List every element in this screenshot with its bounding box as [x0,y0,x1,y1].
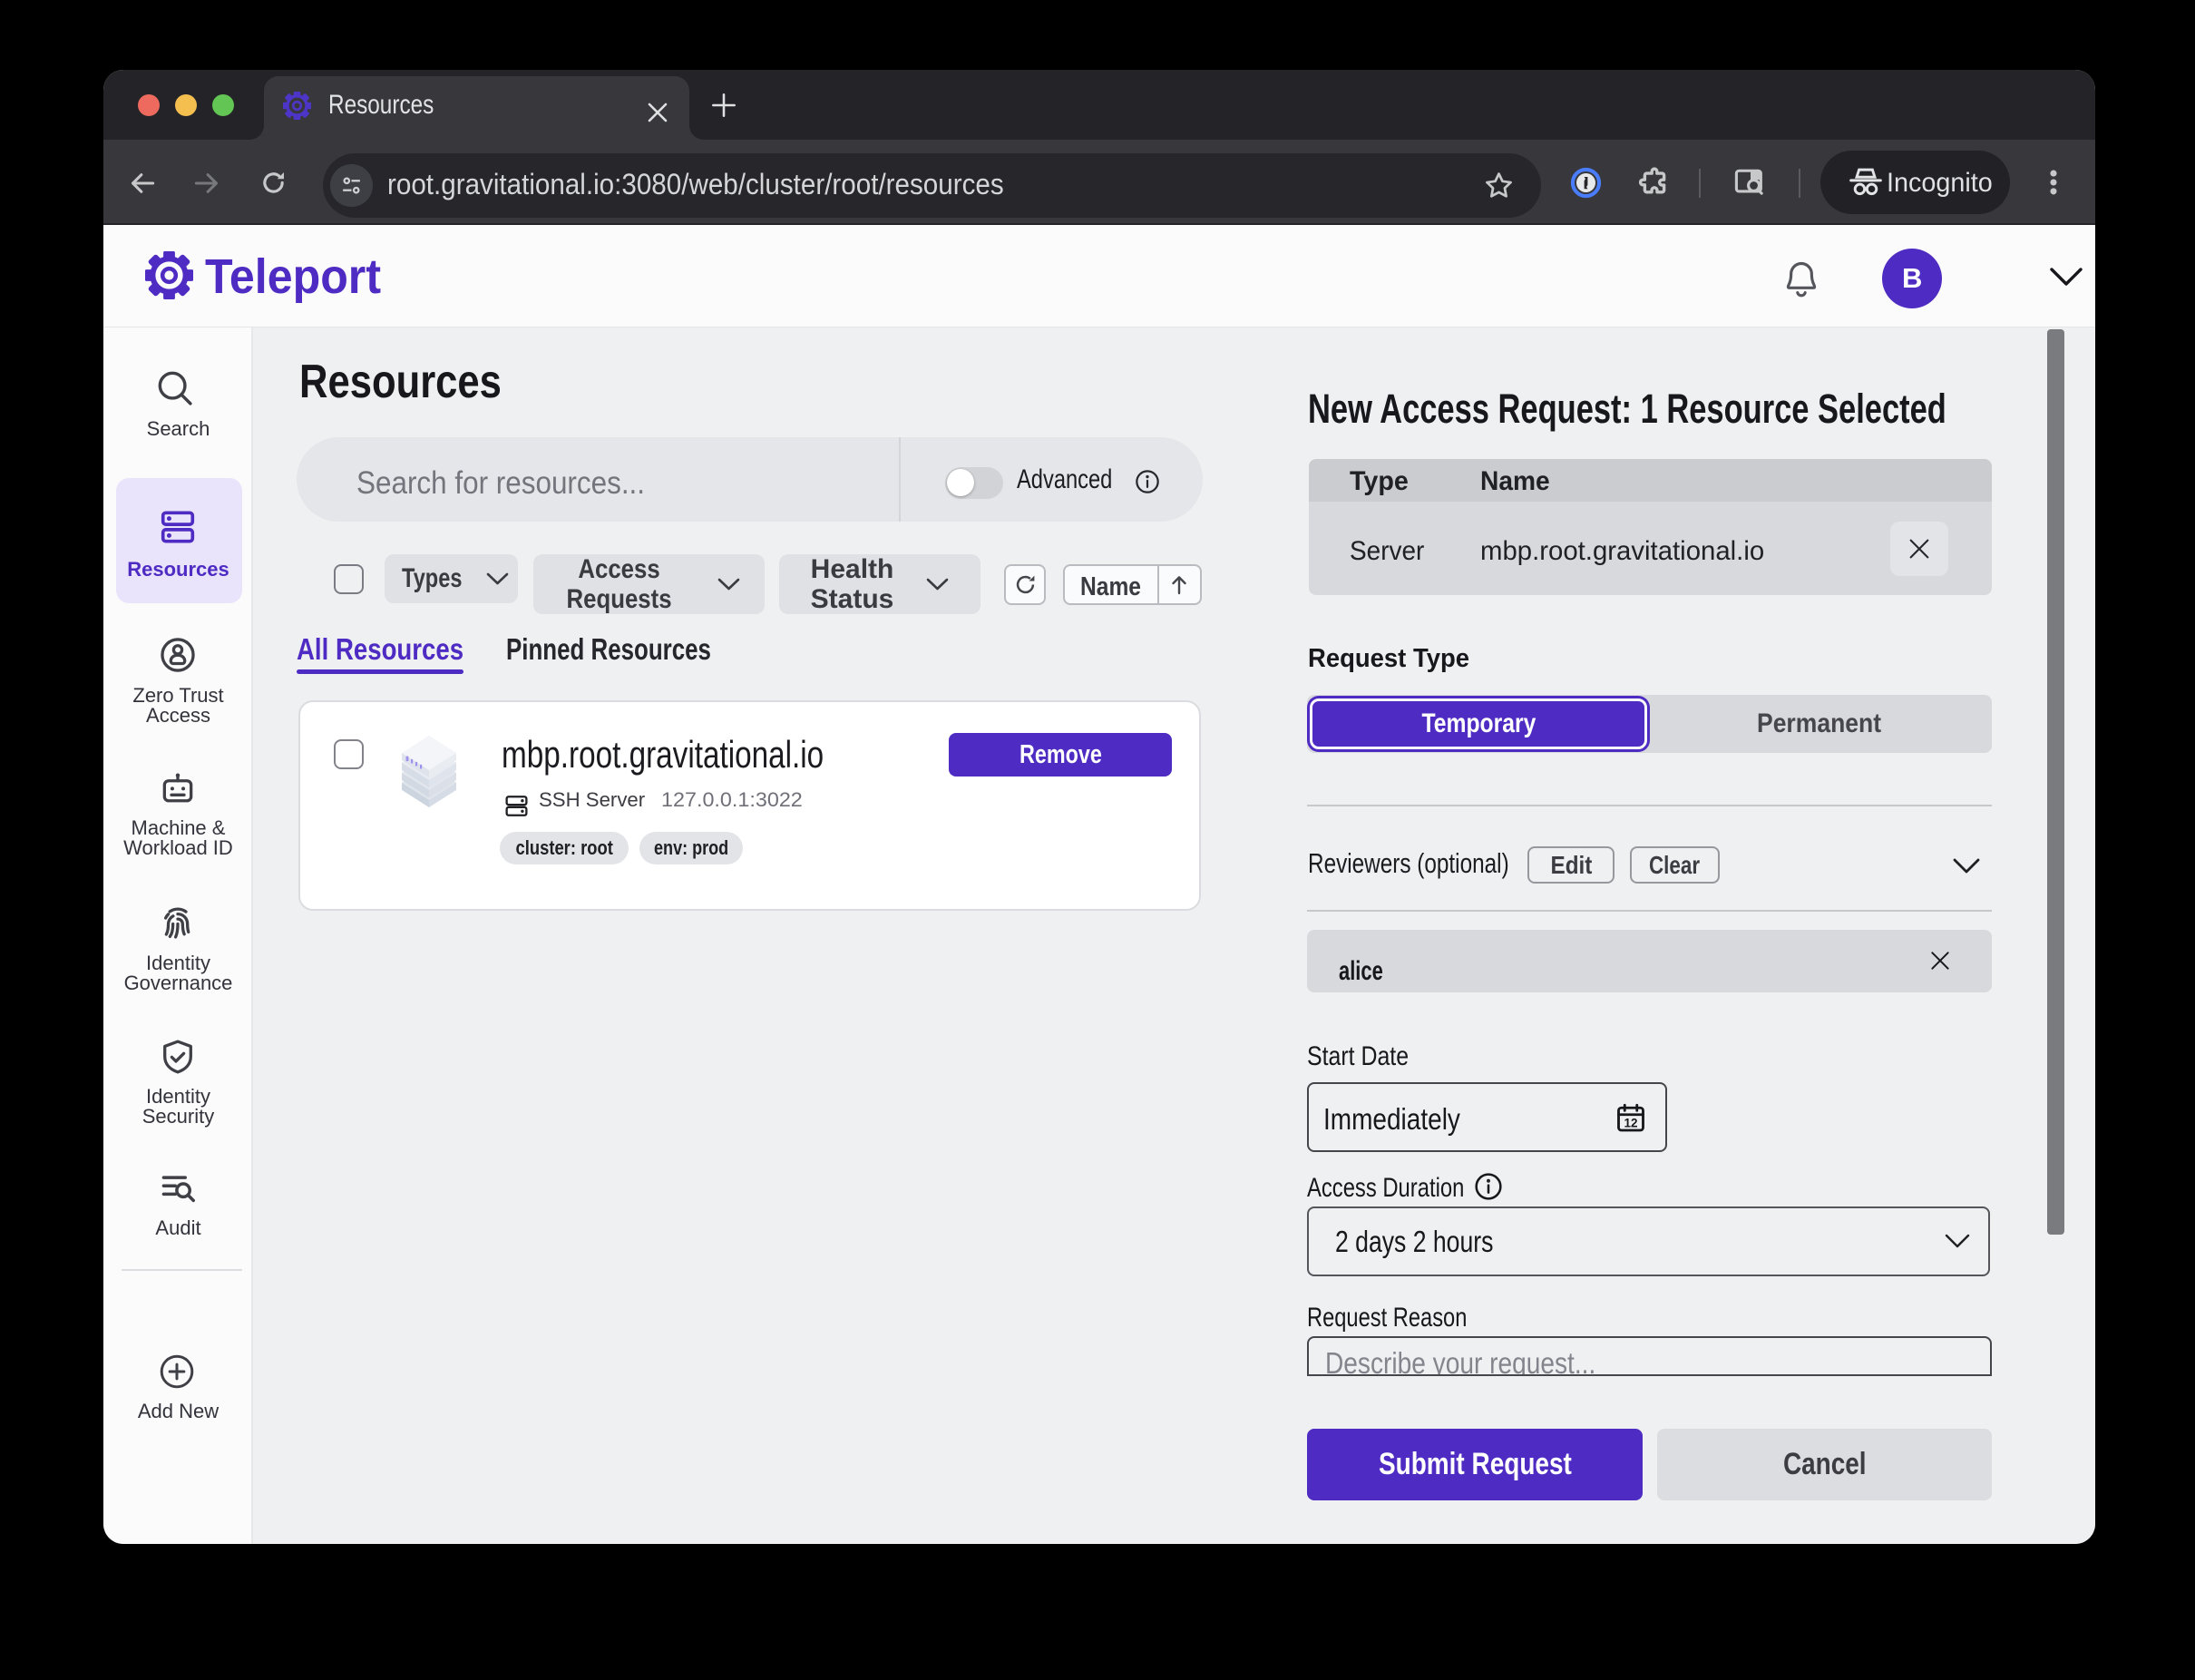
svg-text:12: 12 [1624,1116,1637,1129]
